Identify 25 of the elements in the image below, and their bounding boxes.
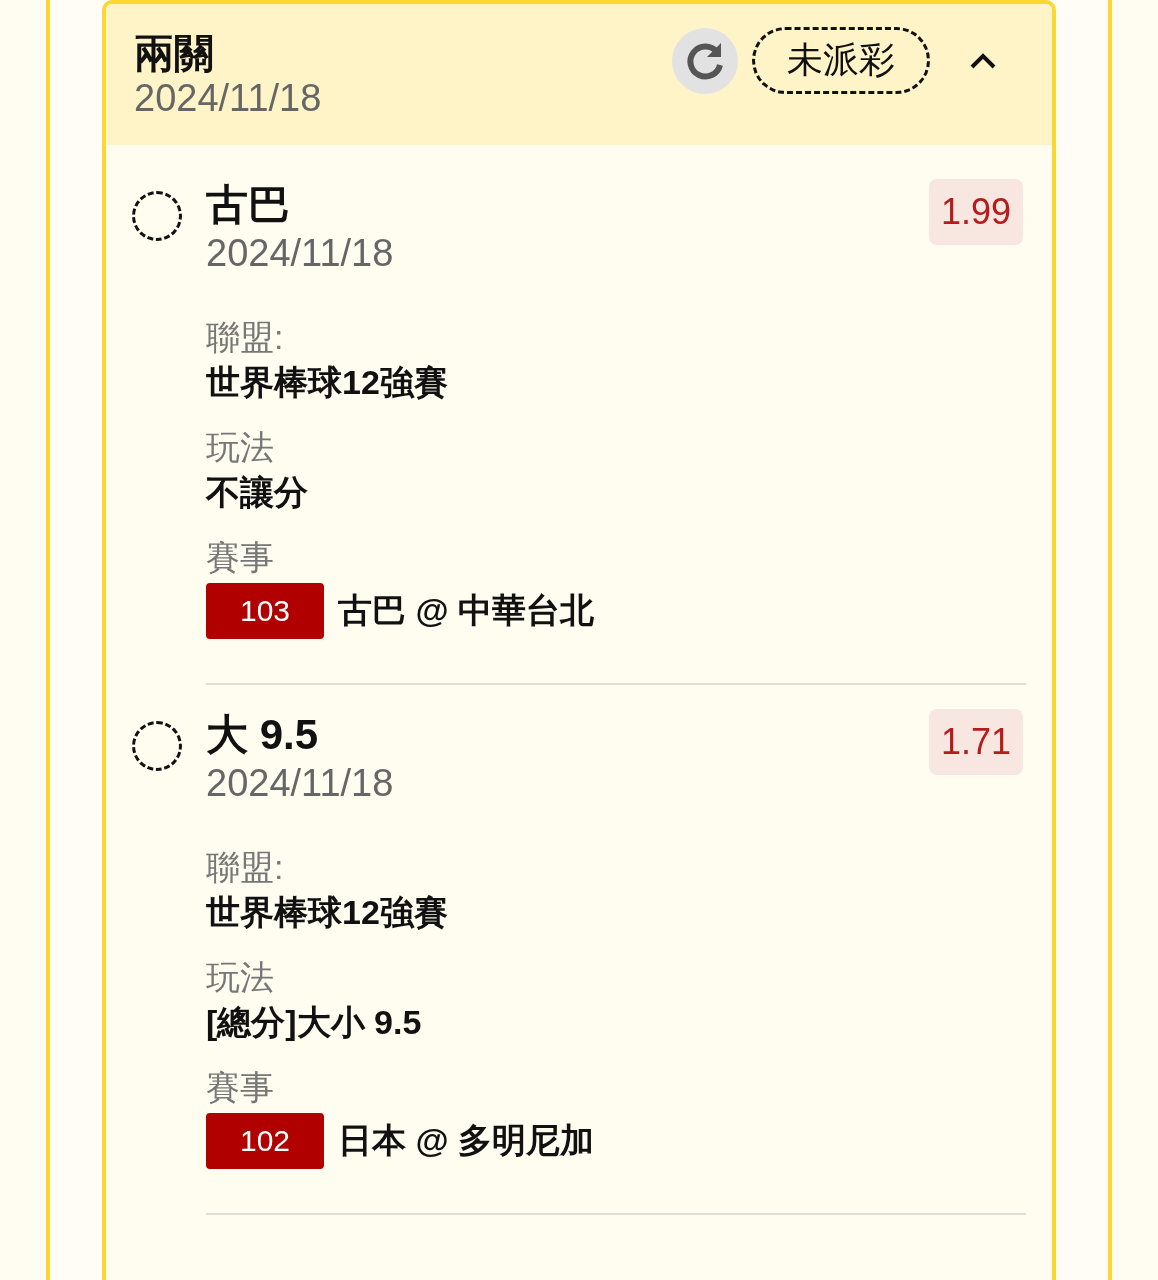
market-name: 不讓分 — [206, 472, 308, 513]
league-name: 世界棒球12強賽 — [206, 362, 448, 403]
market-name: [總分]大小 9.5 — [206, 1002, 422, 1043]
odds-badge: 1.71 — [928, 709, 1023, 775]
pick-name: 大 9.5 — [206, 710, 319, 760]
event-name: 古巴 @ 中華台北 — [338, 590, 595, 631]
market-label: 玩法 — [206, 427, 274, 468]
pick-date: 2024/11/18 — [206, 231, 394, 275]
event-number: 103 — [206, 583, 324, 639]
market-label: 玩法 — [206, 957, 274, 998]
odds-badge: 1.99 — [928, 179, 1023, 245]
league-label: 聯盟: — [206, 317, 284, 358]
event-label: 賽事 — [206, 1067, 274, 1108]
event-label: 賽事 — [206, 537, 274, 578]
league-name: 世界棒球12強賽 — [206, 892, 448, 933]
bet-date: 2024/11/18 — [134, 75, 323, 120]
select-circle[interactable] — [132, 191, 182, 241]
select-circle[interactable] — [132, 721, 182, 771]
bet-type: 兩關 — [134, 29, 215, 76]
event-name: 日本 @ 多明尼加 — [338, 1120, 595, 1161]
pick-name: 古巴 — [206, 180, 290, 230]
pick-date: 2024/11/18 — [206, 761, 394, 805]
event-number: 102 — [206, 1113, 324, 1169]
league-label: 聯盟: — [206, 847, 284, 888]
status-tag: 未派彩 — [752, 27, 930, 94]
